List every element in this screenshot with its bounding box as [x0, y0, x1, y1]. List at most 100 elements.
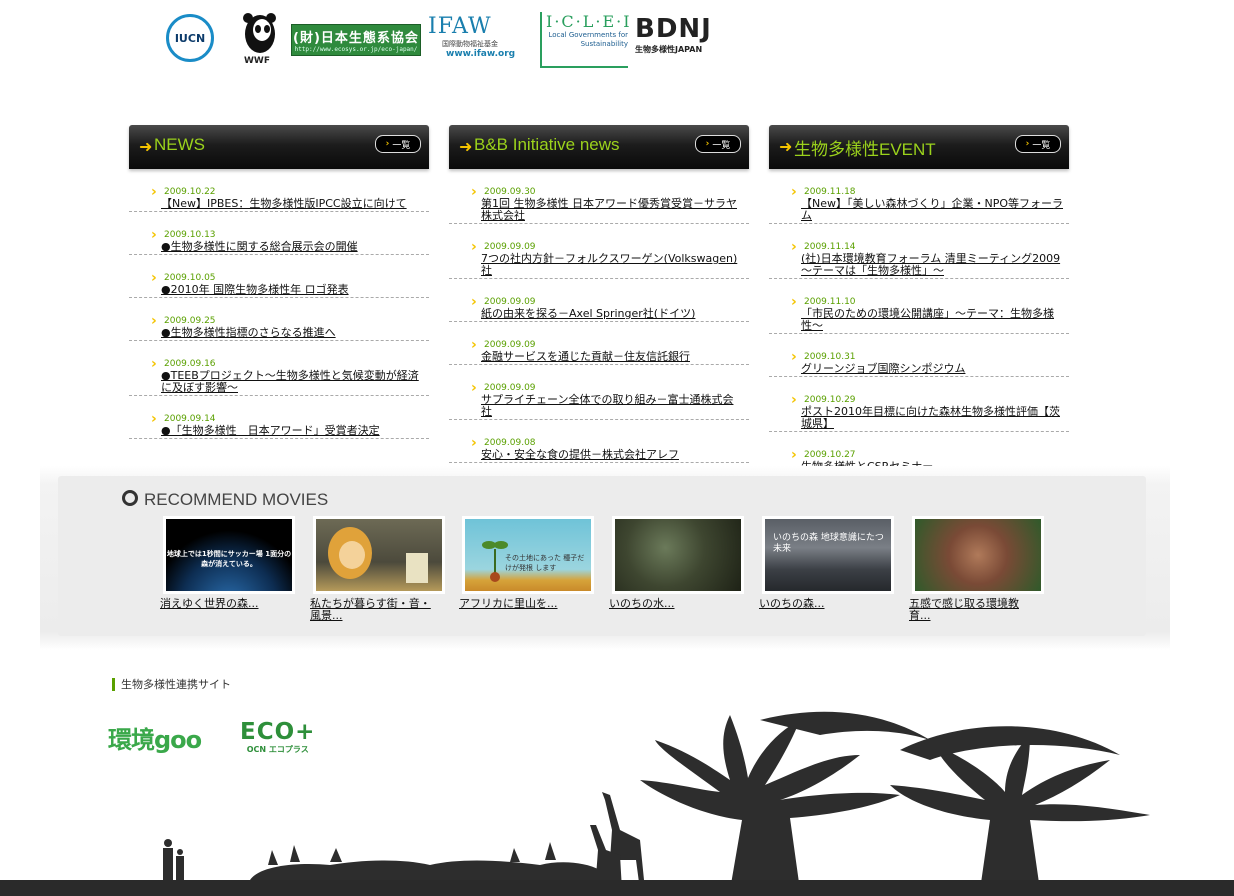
list-item: 2009.09.097つの社内方針－フォルクスワーゲン(Volkswagen)社: [449, 239, 749, 279]
news-header: ➜ NEWS 一覧: [129, 125, 429, 169]
event-list: 2009.11.18【New】「美しい森林づくり」企業・NPO等フォーラム 20…: [769, 184, 1069, 475]
arrow-right-icon: ➜: [139, 137, 153, 156]
list-item: 2009.10.31グリーンジョブ国際シンポジウム: [769, 349, 1069, 377]
iclei-logo[interactable]: I·C·L·E·I Local Governments for Sustaina…: [540, 12, 630, 68]
item-date: 2009.09.09: [449, 294, 749, 310]
nacs-j-logo[interactable]: (財)日本生態系協会 http://www.ecosys.or.jp/eco-j…: [291, 24, 421, 56]
movie-thumbnail[interactable]: [612, 516, 744, 594]
item-date: 2009.09.16: [129, 356, 429, 372]
list-item: 2009.11.14(社)日本環境教育フォーラム 清里ミーティング2009 ～テ…: [769, 239, 1069, 279]
list-item: 2009.09.09紙の由来を探る－Axel Springer社(ドイツ): [449, 294, 749, 322]
item-link[interactable]: 7つの社内方針－フォルクスワーゲン(Volkswagen)社: [449, 253, 749, 277]
list-item: 2009.09.16●TEEBプロジェクト～生物多様性と気候変動が経済に及ぼす影…: [129, 356, 429, 396]
circle-bullet-icon: [122, 490, 138, 506]
movie-thumbnail[interactable]: [313, 516, 445, 594]
item-date: 2009.11.10: [769, 294, 1069, 310]
movie-card[interactable]: 私たちが暮らす街・音・風景...: [310, 516, 448, 622]
bdnj-logo[interactable]: BDNJ 生物多様性JAPAN: [635, 14, 735, 68]
movie-caption-link[interactable]: アフリカに里山を...: [459, 598, 589, 610]
list-item: 2009.09.14●「生物多様性 日本アワード」受賞者決定: [129, 411, 429, 439]
movie-card[interactable]: その土地にあった 種子だけが発根 します アフリカに里山を...: [459, 516, 597, 610]
panda-icon: [243, 13, 276, 53]
item-link[interactable]: 金融サービスを通じた貢献－住友信託銀行: [449, 351, 749, 363]
ifaw-subtitle: 国際動物福祉基金: [442, 40, 498, 48]
movies-title-text: RECOMMEND MOVIES: [144, 490, 329, 509]
item-link[interactable]: ●生物多様性に関する総合展示会の開催: [129, 241, 429, 253]
item-date: 2009.10.31: [769, 349, 1069, 365]
movie-caption-link[interactable]: いのちの森...: [759, 598, 889, 610]
nacs-j-name: (財)日本生態系協会: [293, 31, 419, 46]
item-link[interactable]: ●生物多様性指標のさらなる推進へ: [129, 327, 429, 339]
iucn-logo[interactable]: IUCN: [166, 14, 214, 62]
item-link[interactable]: ●2010年 国際生物多様性年 ロゴ発表: [129, 284, 429, 296]
ifaw-name: IFAW: [428, 14, 492, 39]
bb-initiative-title: B&B Initiative news: [474, 135, 620, 154]
nacs-j-url: http://www.ecosys.or.jp/eco-japan/: [294, 46, 418, 53]
movie-caption-link[interactable]: 私たちが暮らす街・音・風景...: [310, 598, 440, 622]
movie-thumbnail[interactable]: その土地にあった 種子だけが発根 します: [462, 516, 594, 594]
bb-initiative-header: ➜ B&B Initiative news 一覧: [449, 125, 749, 169]
movie-thumbnail-text: いのちの森 地球意識にたつ未来: [773, 533, 884, 554]
movie-card[interactable]: いのちの森 地球意識にたつ未来 いのちの森...: [759, 516, 897, 610]
item-date: 2009.10.13: [129, 227, 429, 243]
item-link[interactable]: 第1回 生物多様性 日本アワード優秀賞受賞－サラヤ株式会社: [449, 198, 749, 222]
movie-thumbnail-text: その土地にあった 種子だけが発根 します: [505, 554, 585, 572]
movie-card[interactable]: 五感で感じ取る環境教育...: [909, 516, 1047, 622]
item-link[interactable]: ●TEEBプロジェクト～生物多様性と気候変動が経済に及ぼす影響～: [129, 370, 429, 394]
event-title: 生物多様性EVENT: [794, 140, 936, 159]
item-link[interactable]: 安心・安全な食の提供－株式会社アレフ: [449, 449, 749, 461]
news-column: ➜ NEWS 一覧 2009.10.22【New】IPBES：生物多様性版IPC…: [129, 125, 429, 455]
bb-initiative-column: ➜ B&B Initiative news 一覧 2009.09.30第1回 生…: [449, 125, 749, 479]
list-item: 2009.09.09サプライチェーン全体での取り組み－富士通株式会社: [449, 380, 749, 420]
item-date: 2009.09.30: [449, 184, 749, 200]
movie-card[interactable]: いのちの水...: [609, 516, 747, 610]
movie-caption-link[interactable]: 五感で感じ取る環境教育...: [909, 598, 1039, 622]
item-date: 2009.09.09: [449, 337, 749, 353]
arrow-right-icon: ➜: [459, 137, 473, 156]
list-item: 2009.10.29ポスト2010年目標に向けた森林生物多様性評価【茨城県】: [769, 392, 1069, 432]
wwf-logo[interactable]: WWF: [240, 12, 280, 66]
movie-thumbnail[interactable]: 地球上では1秒間にサッカー場 1面分の森が消えている。: [163, 516, 295, 594]
item-link[interactable]: ポスト2010年目標に向けた森林生物多様性評価【茨城県】: [769, 406, 1069, 430]
item-date: 2009.10.29: [769, 392, 1069, 408]
list-item: 2009.09.08安心・安全な食の提供－株式会社アレフ: [449, 435, 749, 463]
movies-heading: RECOMMEND MOVIES: [122, 490, 328, 510]
item-link[interactable]: 【New】「美しい森林づくり」企業・NPO等フォーラム: [769, 198, 1069, 222]
wwf-logo-text: WWF: [244, 56, 271, 66]
savanna-silhouette-illustration: [163, 711, 1150, 890]
item-link[interactable]: 【New】IPBES：生物多様性版IPCC設立に向けて: [129, 198, 429, 210]
arrow-right-icon: ➜: [779, 137, 793, 156]
item-date: 2009.10.22: [129, 184, 429, 200]
character-illustration-icon: [328, 527, 428, 583]
item-date: 2009.09.08: [449, 435, 749, 451]
event-all-button[interactable]: 一覧: [1015, 135, 1061, 153]
item-date: 2009.09.09: [449, 239, 749, 255]
item-date: 2009.09.14: [129, 411, 429, 427]
item-date: 2009.11.14: [769, 239, 1069, 255]
movie-thumbnail[interactable]: いのちの森 地球意識にたつ未来: [762, 516, 894, 594]
item-link[interactable]: (社)日本環境教育フォーラム 清里ミーティング2009 ～テーマは「生物多様性」…: [769, 253, 1069, 277]
movie-caption-link[interactable]: いのちの水...: [609, 598, 739, 610]
list-item: 2009.10.22【New】IPBES：生物多様性版IPCC設立に向けて: [129, 184, 429, 212]
related-sites-heading: 生物多様性連携サイト: [112, 678, 231, 691]
movie-card[interactable]: 地球上では1秒間にサッカー場 1面分の森が消えている。 消えゆく世界の森...: [160, 516, 298, 610]
news-all-button[interactable]: 一覧: [375, 135, 421, 153]
item-link[interactable]: ●「生物多様性 日本アワード」受賞者決定: [129, 425, 429, 437]
item-date: 2009.10.27: [769, 447, 1069, 463]
iclei-subtitle: Local Governments for Sustainability: [548, 31, 628, 48]
event-column: ➜ 生物多様性EVENT 一覧 2009.11.18【New】「美しい森林づくり…: [769, 125, 1069, 491]
item-link[interactable]: 「市民のための環境公開講座」～テーマ：生物多様性～: [769, 308, 1069, 332]
item-link[interactable]: サプライチェーン全体での取り組み－富士通株式会社: [449, 394, 749, 418]
bdnj-name: BDNJ: [635, 14, 712, 44]
item-date: 2009.09.09: [449, 380, 749, 396]
item-link[interactable]: グリーンジョブ国際シンポジウム: [769, 363, 1069, 375]
item-link[interactable]: 紙の由来を探る－Axel Springer社(ドイツ): [449, 308, 749, 320]
news-list: 2009.10.22【New】IPBES：生物多様性版IPCC設立に向けて 20…: [129, 184, 429, 439]
footer-bar: [0, 880, 1234, 896]
movie-caption-link[interactable]: 消えゆく世界の森...: [160, 598, 290, 610]
bb-initiative-all-button[interactable]: 一覧: [695, 135, 741, 153]
movie-thumbnail[interactable]: [912, 516, 1044, 594]
ifaw-logo[interactable]: IFAW 国際動物福祉基金 www.ifaw.org: [428, 14, 532, 68]
movie-thumbnail-text: 地球上では1秒間にサッカー場 1面分の森が消えている。: [166, 550, 292, 568]
list-item: 2009.10.13●生物多様性に関する総合展示会の開催: [129, 227, 429, 255]
